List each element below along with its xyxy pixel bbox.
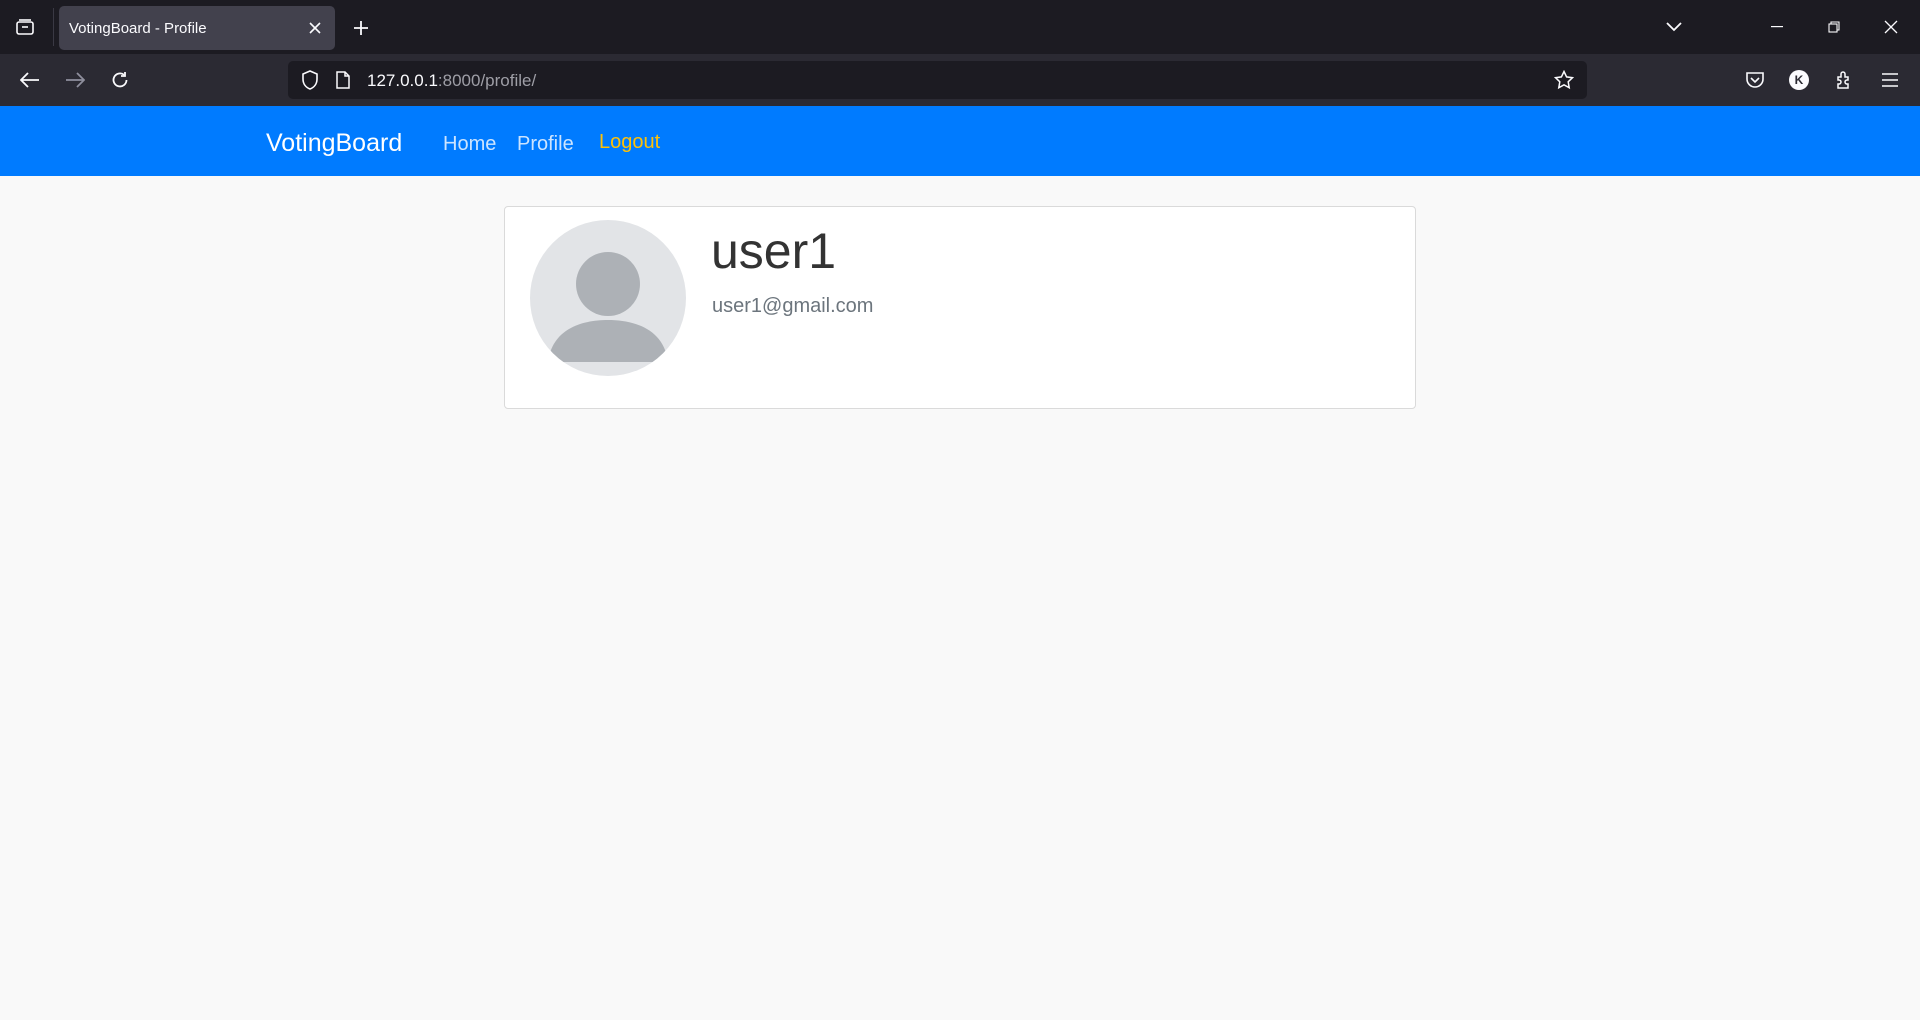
tab-list-icon[interactable] — [10, 12, 40, 42]
page-icon[interactable] — [331, 68, 355, 92]
list-all-tabs-icon[interactable] — [1654, 8, 1694, 46]
browser-tab-bar: VotingBoard - Profile — [0, 0, 1920, 54]
tab-title: VotingBoard - Profile — [69, 19, 207, 37]
tab-separator — [53, 8, 54, 46]
nav-logout-link[interactable]: Logout — [599, 131, 660, 154]
brand-link[interactable]: VotingBoard — [266, 129, 402, 158]
new-tab-icon[interactable] — [346, 13, 376, 43]
forward-icon[interactable] — [59, 64, 91, 96]
avatar — [530, 220, 686, 376]
site-navbar: VotingBoard Home Profile Logout — [0, 106, 1920, 176]
shield-icon[interactable] — [298, 68, 322, 92]
pocket-icon[interactable] — [1739, 64, 1771, 96]
close-window-icon[interactable] — [1871, 8, 1911, 46]
nav-home-link[interactable]: Home — [443, 133, 496, 156]
restore-icon[interactable] — [1814, 8, 1854, 46]
browser-tab-active[interactable]: VotingBoard - Profile — [59, 6, 335, 50]
url-host: 127.0.0.1 — [367, 71, 438, 90]
url-bar[interactable]: 127.0.0.1:8000/profile/ — [288, 61, 1587, 99]
back-icon[interactable] — [14, 64, 46, 96]
extensions-icon[interactable] — [1829, 64, 1861, 96]
menu-icon[interactable] — [1874, 64, 1906, 96]
profile-username: user1 — [711, 223, 837, 279]
bookmark-star-icon[interactable] — [1552, 68, 1576, 92]
profile-card: user1 user1@gmail.com — [504, 206, 1416, 409]
account-initial: K — [1789, 70, 1809, 90]
nav-profile-link[interactable]: Profile — [517, 133, 574, 156]
browser-toolbar: 127.0.0.1:8000/profile/ K — [0, 54, 1920, 106]
account-icon[interactable]: K — [1783, 64, 1815, 96]
user-silhouette-icon — [548, 252, 668, 362]
close-tab-icon[interactable] — [305, 18, 325, 38]
profile-email: user1@gmail.com — [712, 295, 874, 317]
url-text[interactable]: 127.0.0.1:8000/profile/ — [367, 71, 536, 91]
minimize-icon[interactable] — [1757, 8, 1797, 46]
url-path: :8000/profile/ — [437, 71, 537, 90]
reload-icon[interactable] — [104, 64, 136, 96]
